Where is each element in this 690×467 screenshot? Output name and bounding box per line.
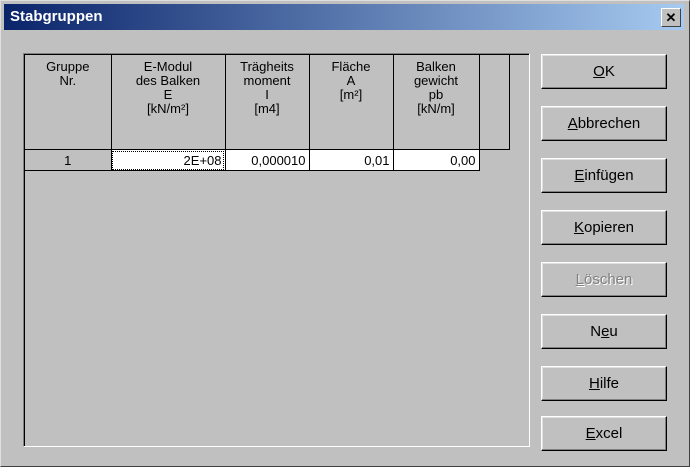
stabgruppen-grid[interactable]: Gruppe Nr. E-Modul des Balken E [kN/m²] …: [23, 53, 530, 447]
cell-gruppe-nr[interactable]: 1: [25, 149, 112, 171]
table-row: 1 2E+08 0,000010 0,01 0,00: [25, 149, 509, 171]
header-blank: [479, 55, 510, 150]
header-flaeche[interactable]: Fläche A [m²]: [309, 55, 394, 150]
window-title: Stabgruppen: [10, 8, 103, 25]
dialog-window: Stabgruppen ✕ Gruppe Nr. E-Modul des Bal…: [0, 0, 690, 467]
hilfe-button[interactable]: Hilfe: [541, 366, 667, 401]
cell-e-modul[interactable]: 2E+08: [111, 149, 226, 171]
cell-blank: [479, 149, 509, 171]
header-gruppe[interactable]: Gruppe Nr.: [25, 55, 112, 150]
cell-traegheitsmoment[interactable]: 0,000010: [225, 149, 310, 171]
close-button[interactable]: ✕: [661, 8, 681, 27]
header-e-modul[interactable]: E-Modul des Balken E [kN/m²]: [111, 55, 226, 150]
header-row: Gruppe Nr. E-Modul des Balken E [kN/m²] …: [25, 55, 510, 150]
title-bar[interactable]: Stabgruppen ✕: [4, 4, 684, 30]
cell-balkengewicht[interactable]: 0,00: [393, 149, 480, 171]
loeschen-button[interactable]: Löschen: [541, 262, 667, 297]
header-balkengewicht[interactable]: Balken gewicht pb [kN/m]: [393, 55, 480, 150]
einfuegen-button[interactable]: Einfügen: [541, 158, 667, 193]
ok-button[interactable]: OK: [541, 54, 667, 89]
kopieren-button[interactable]: Kopieren: [541, 210, 667, 245]
close-icon: ✕: [665, 10, 677, 25]
neu-button[interactable]: Neu: [541, 314, 667, 349]
group-table: Gruppe Nr. E-Modul des Balken E [kN/m²] …: [25, 55, 510, 171]
cell-flaeche[interactable]: 0,01: [309, 149, 394, 171]
header-traegheitsmoment[interactable]: Trägheits moment I [m4]: [225, 55, 310, 150]
abbrechen-button[interactable]: Abbrechen: [541, 106, 667, 141]
excel-button[interactable]: Excel: [541, 416, 667, 451]
